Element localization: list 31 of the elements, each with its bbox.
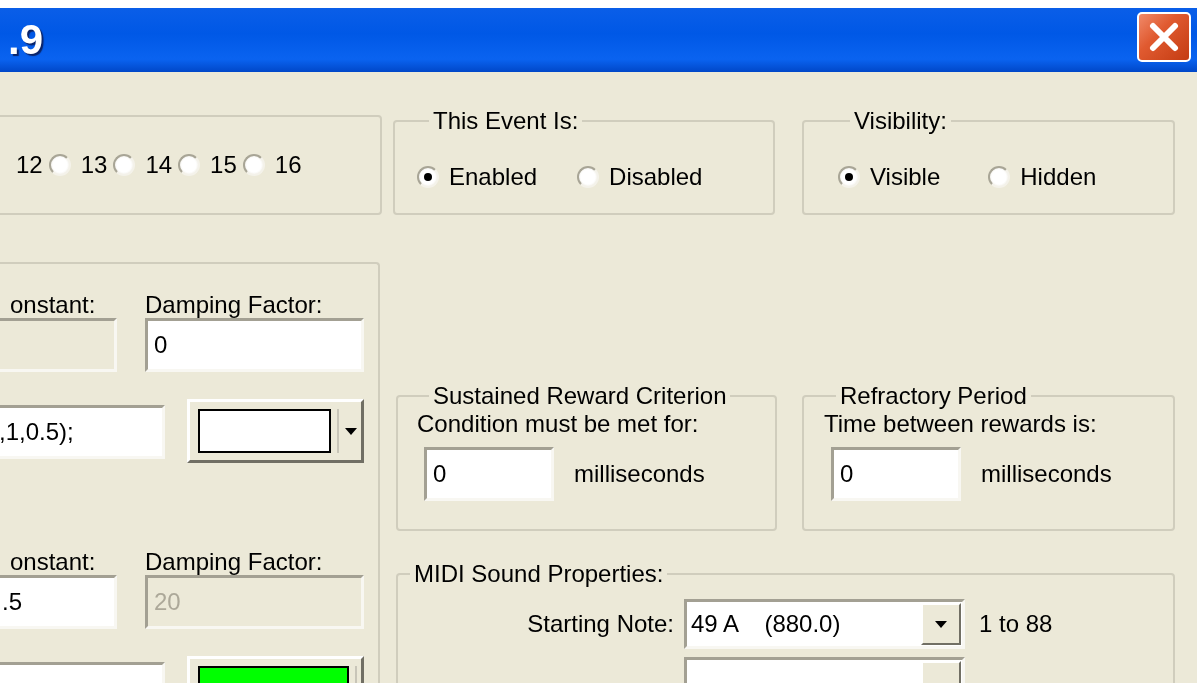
field-label: Damping Factor: <box>145 292 324 318</box>
radio-label: 13 <box>80 152 108 178</box>
radio-label: Hidden <box>1020 163 1097 190</box>
radio-label: 12 <box>16 152 43 178</box>
text-field[interactable]: 0 <box>145 318 364 372</box>
group-title: This Event Is: <box>432 108 580 134</box>
field-label: onstant: <box>9 549 97 575</box>
field-label: Damping Factor: <box>145 549 324 575</box>
group-title: Sustained Reward Criterion <box>432 383 728 409</box>
text-field[interactable]: ,1,0.5); <box>0 405 165 459</box>
range-label: 1 to 88 <box>979 610 1053 638</box>
group-title: Visibility: <box>853 108 948 134</box>
window-title: .9 <box>8 16 44 64</box>
prompt-text: Condition must be met for: <box>417 411 700 437</box>
prompt-text: Time between rewards is: <box>824 411 1098 437</box>
group-title: Refractory Period <box>839 383 1028 409</box>
field-label: onstant: <box>9 292 97 318</box>
unit-label: milliseconds <box>574 460 705 488</box>
radio-label: Enabled <box>449 163 538 190</box>
dropdown[interactable]: 49 A (880.0) <box>684 599 965 649</box>
text-field[interactable]: .5 <box>0 575 117 629</box>
radio-label: Visible <box>870 163 941 190</box>
text-field[interactable]: 0 <box>424 447 554 501</box>
text-field[interactable]: 0 <box>831 447 961 501</box>
group-title: MIDI Sound Properties: <box>413 561 665 587</box>
field-label: Starting Note: <box>526 610 675 638</box>
radio-label: Disabled <box>609 163 703 190</box>
radio-label: 15 <box>210 152 237 178</box>
unit-label: milliseconds <box>981 460 1112 488</box>
radio-label: 16 <box>274 152 302 178</box>
radio-label: 14 <box>145 152 173 178</box>
